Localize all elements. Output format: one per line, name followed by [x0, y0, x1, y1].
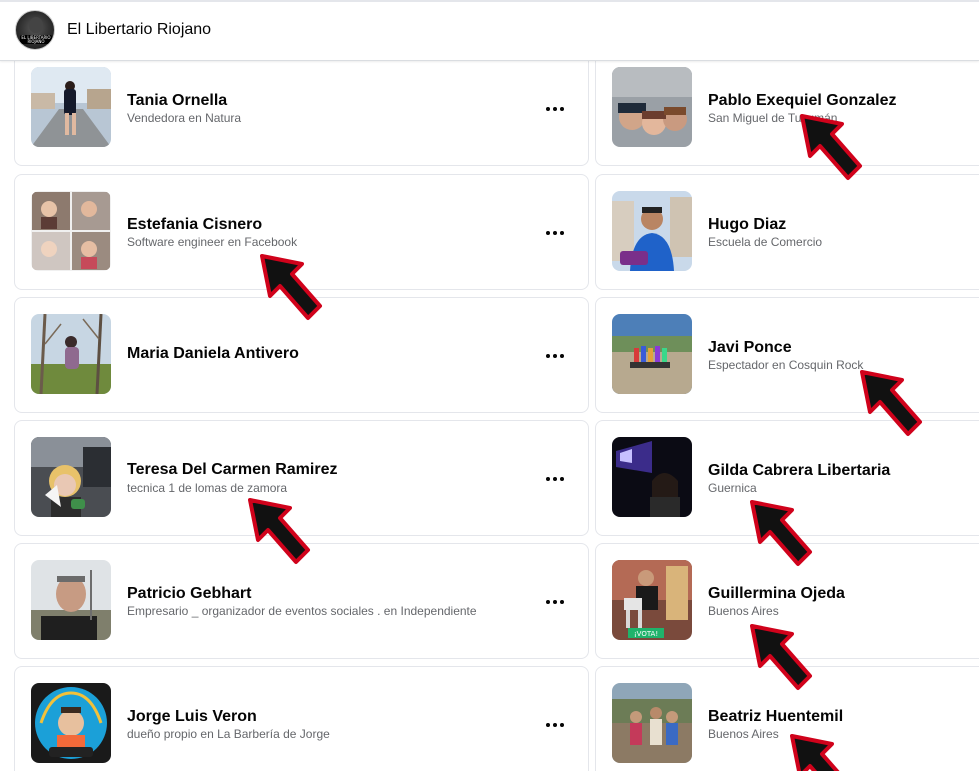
member-name[interactable]: Javi Ponce — [708, 339, 792, 357]
avatar-face — [29, 17, 43, 33]
member-photo[interactable]: ¡VOTA! — [612, 560, 692, 640]
member-name[interactable]: Pablo Exequiel Gonzalez — [708, 92, 897, 110]
member-card[interactable]: Beatriz Huentemil Buenos Aires — [595, 666, 979, 771]
member-name[interactable]: Guillermina Ojeda — [708, 585, 845, 603]
member-subtitle: tecnica 1 de lomas de zamora — [127, 481, 288, 495]
member-photo[interactable] — [31, 560, 111, 640]
member-subtitle: Buenos Aires — [708, 727, 779, 741]
member-card[interactable]: Jorge Luis Veron dueño propio en La Barb… — [14, 666, 589, 771]
member-subtitle: Empresario _ organizador de eventos soci… — [127, 604, 477, 618]
member-name[interactable]: Teresa Del Carmen Ramirez — [127, 461, 337, 479]
member-card[interactable]: Pablo Exequiel Gonzalez San Miguel de Tu… — [595, 50, 979, 166]
member-photo[interactable] — [612, 314, 692, 394]
member-name[interactable]: Patricio Gebhart — [127, 585, 251, 603]
member-subtitle: dueño propio en La Barbería de Jorge — [127, 727, 330, 741]
member-name[interactable]: Estefania Cisnero — [127, 216, 262, 234]
page-avatar[interactable]: EL LIBERTARIO RIOJANO — [15, 10, 55, 50]
member-card[interactable]: Gilda Cabrera Libertaria Guernica — [595, 420, 979, 536]
more-options-icon[interactable] — [544, 348, 568, 364]
member-card[interactable]: Hugo Diaz Escuela de Comercio — [595, 174, 979, 290]
member-name[interactable]: Gilda Cabrera Libertaria — [708, 462, 890, 480]
member-name[interactable]: Jorge Luis Veron — [127, 708, 257, 726]
member-name[interactable]: Maria Daniela Antivero — [127, 345, 299, 363]
avatar-text-2: RIOJANO — [27, 39, 45, 44]
member-card[interactable]: ¡VOTA! Guillermina Ojeda Buenos Aires — [595, 543, 979, 659]
more-options-icon[interactable] — [544, 101, 568, 117]
member-card[interactable]: Tania Ornella Vendedora en Natura — [14, 50, 589, 166]
member-card[interactable]: Teresa Del Carmen Ramirez tecnica 1 de l… — [14, 420, 589, 536]
member-photo[interactable] — [31, 314, 111, 394]
member-card[interactable]: Maria Daniela Antivero — [14, 297, 589, 413]
header-top-border — [0, 0, 979, 2]
more-options-icon[interactable] — [544, 471, 568, 487]
member-subtitle: Vendedora en Natura — [127, 111, 242, 125]
member-card[interactable]: Estefania Cisnero Software engineer en F… — [14, 174, 589, 290]
page-title[interactable]: El Libertario Riojano — [67, 21, 211, 39]
member-subtitle: Software engineer en Facebook — [127, 235, 298, 249]
member-subtitle: Buenos Aires — [708, 604, 779, 618]
member-name[interactable]: Beatriz Huentemil — [708, 708, 843, 726]
member-subtitle: San Miguel de Tucumán — [708, 111, 838, 125]
member-photo[interactable] — [612, 67, 692, 147]
member-photo[interactable] — [31, 191, 111, 271]
member-photo[interactable] — [612, 191, 692, 271]
member-photo[interactable] — [612, 437, 692, 517]
page-header: EL LIBERTARIO RIOJANO El Libertario Rioj… — [0, 0, 979, 61]
vota-sticker-text: ¡VOTA! — [634, 630, 658, 638]
member-photo[interactable] — [31, 437, 111, 517]
more-options-icon[interactable] — [544, 225, 568, 241]
member-card[interactable]: Javi Ponce Espectador en Cosquin Rock — [595, 297, 979, 413]
member-subtitle: Escuela de Comercio — [708, 235, 823, 249]
member-name[interactable]: Hugo Diaz — [708, 216, 786, 234]
more-options-icon[interactable] — [544, 594, 568, 610]
member-photo[interactable] — [31, 683, 111, 763]
member-subtitle: Espectador en Cosquin Rock — [708, 358, 864, 372]
page: { "header": { "title": "El Libertario Ri… — [0, 0, 979, 771]
more-options-icon[interactable] — [544, 717, 568, 733]
member-name[interactable]: Tania Ornella — [127, 92, 227, 110]
member-photo[interactable] — [31, 67, 111, 147]
member-card[interactable]: Patricio Gebhart Empresario _ organizado… — [14, 543, 589, 659]
member-photo[interactable] — [612, 683, 692, 763]
member-subtitle: Guernica — [708, 481, 757, 495]
